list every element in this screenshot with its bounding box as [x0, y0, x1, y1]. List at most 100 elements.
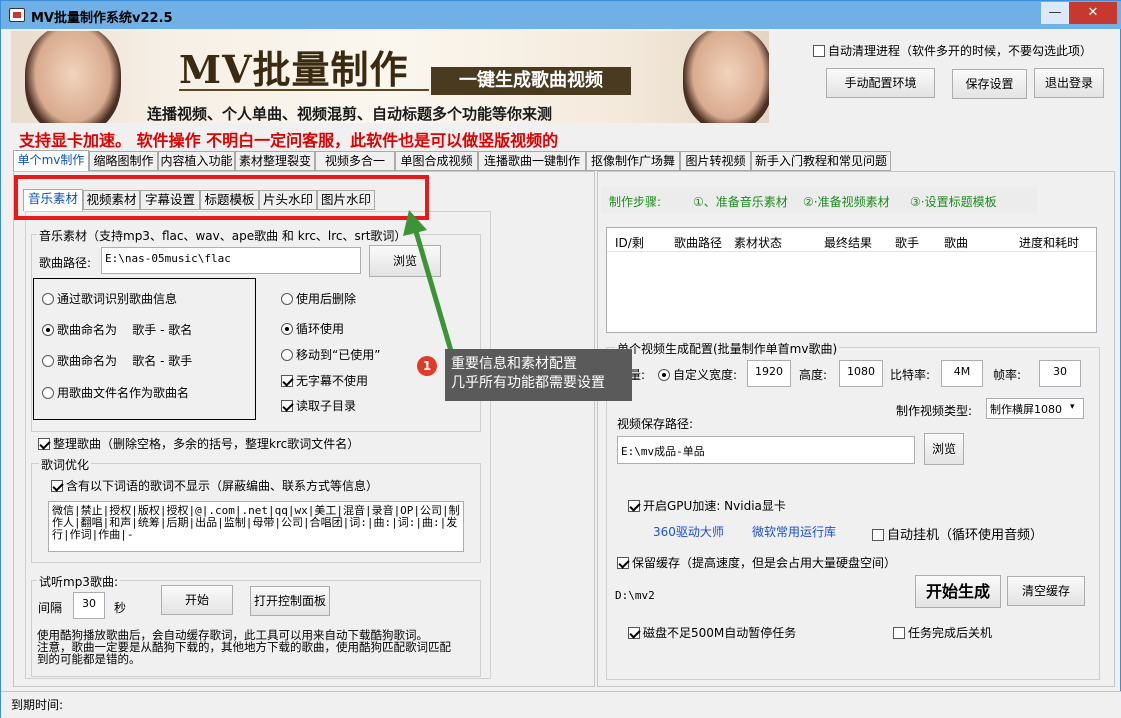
table-column-header[interactable]: 歌曲 — [944, 234, 968, 251]
table-column-header[interactable]: 进度和耗时 — [1019, 234, 1079, 251]
radio-icon[interactable] — [42, 324, 54, 336]
auto-clean-check-icon[interactable] — [813, 45, 825, 57]
close-button[interactable]: ✕ — [1069, 2, 1117, 24]
gpu-label: 开启GPU加速: Nvidia显卡 — [643, 499, 786, 513]
tidy-songs-checkbox[interactable]: 整理歌曲（删除空格，多余的括号，整理krc歌词文件名） — [38, 435, 359, 452]
music-option-4[interactable]: 无字幕不使用 — [281, 372, 368, 389]
width-input[interactable]: 1920 — [747, 360, 791, 387]
table-column-header[interactable]: 最终结果 — [824, 234, 872, 251]
annotation-line-2: 几乎所有功能都需要设置 — [451, 375, 605, 391]
main-tab-8[interactable]: 抠像制作广场舞 — [586, 151, 680, 171]
main-tab-9[interactable]: 图片转视频 — [680, 151, 751, 171]
custom-width-radio[interactable]: 自定义宽度: — [658, 366, 737, 383]
auto-clean-label: 自动清理进程（软件多开的时候，不要勾选此项） — [828, 44, 1093, 58]
app-icon — [9, 8, 25, 22]
table-column-header[interactable]: 素材状态 — [734, 234, 782, 251]
interval-input[interactable]: 30 — [73, 592, 105, 619]
main-tab-10[interactable]: 新手入门教程和常见问题 — [751, 151, 891, 171]
annotation-tooltip: 重要信息和素材配置 几乎所有功能都需要设置 — [445, 349, 632, 401]
gpu-checkbox[interactable]: 开启GPU加速: Nvidia显卡 — [628, 497, 786, 514]
step-2: ②·准备视频素材 — [803, 195, 890, 209]
naming-radio-label: 用歌曲文件名作为歌曲名 — [57, 386, 190, 400]
fps-label: 帧率: — [993, 368, 1022, 382]
hide-words-textarea[interactable]: 微信|禁止|授权|版权|授权|@|.com|.net|qq|wx|美工|混音|录… — [48, 501, 464, 552]
radio-icon[interactable] — [42, 293, 54, 305]
naming-radio-1[interactable]: 通过歌词识别歌曲信息 — [42, 290, 177, 307]
gpu-check-icon[interactable] — [628, 500, 640, 512]
generate-button[interactable]: 开始生成 — [915, 575, 1001, 608]
song-path-input[interactable]: E:\nas-05music\flac — [101, 247, 361, 274]
arrow-head — [403, 210, 427, 236]
main-tab-6[interactable]: 单图合成视频 — [395, 151, 478, 171]
radio-icon[interactable] — [281, 293, 293, 305]
driver-master-link[interactable]: 360驱动大师 — [653, 523, 724, 540]
interval-label: 间隔 — [38, 601, 63, 615]
music-option-3[interactable]: 移动到“已使用” — [281, 346, 380, 363]
table-header-divider — [607, 251, 1096, 252]
config-env-button[interactable]: 手动配置环境 — [826, 68, 935, 98]
shutdown-checkbox[interactable]: 任务完成后关机 — [893, 624, 992, 641]
music-option-2[interactable]: 循环使用 — [281, 320, 344, 337]
auto-hang-label: 自动挂机（循环使用音频） — [887, 528, 1044, 543]
chevron-down-icon[interactable]: ▾ — [1070, 402, 1075, 412]
auto-hang-check-icon[interactable] — [872, 529, 884, 541]
main-tab-2[interactable]: 缩略图制作 — [89, 151, 158, 171]
checkbox-icon[interactable] — [281, 400, 293, 412]
music-group-label: 音乐素材（支持mp3、flac、wav、ape歌曲 和 krc、lrc、srt歌… — [37, 227, 409, 244]
tidy-label: 整理歌曲（删除空格，多余的括号，整理krc歌词文件名） — [53, 437, 360, 451]
music-option-label: 使用后删除 — [296, 292, 357, 306]
hide-words-label: 含有以下词语的歌词不显示（屏蔽编曲、联系方式等信息） — [66, 479, 379, 493]
trial-start-button[interactable]: 开始 — [161, 585, 233, 615]
auto-clean-checkbox[interactable]: 自动清理进程（软件多开的时候，不要勾选此项） — [813, 42, 1092, 59]
radio-icon[interactable] — [281, 323, 293, 335]
keep-cache-checkbox[interactable]: 保留缓存（提高速度，但是会占用大量硬盘空间） — [617, 554, 896, 571]
main-tab-3[interactable]: 内容植入功能 — [158, 151, 235, 171]
save-path-browse-button[interactable]: 浏览 — [924, 433, 964, 465]
custom-width-label: 自定义宽度: — [673, 368, 738, 382]
open-control-panel-button[interactable]: 打开控制面板 — [250, 586, 330, 616]
radio-icon[interactable] — [281, 349, 293, 361]
main-tab-5[interactable]: 视频多合一 — [315, 151, 395, 171]
step-1: ①、准备音乐素材 — [693, 195, 788, 209]
save-config-button[interactable]: 保存设置 — [952, 69, 1027, 99]
music-option-1[interactable]: 使用后删除 — [281, 290, 356, 307]
radio-icon[interactable] — [42, 355, 54, 367]
music-option-5[interactable]: 读取子目录 — [281, 397, 356, 414]
hide-words-check-icon[interactable] — [51, 480, 63, 492]
minimize-button[interactable]: — — [1041, 2, 1069, 24]
title-bar[interactable]: MV批量制作系统v22.5 — ✕ — [1, 1, 1121, 29]
video-type-value: 制作横屏1080 — [990, 403, 1062, 416]
main-tab-1[interactable]: 单个mv制作 — [13, 150, 89, 172]
height-input[interactable]: 1080 — [839, 360, 883, 387]
shutdown-check-icon[interactable] — [893, 627, 905, 639]
runtime-library-link[interactable]: 微软常用运行库 — [752, 523, 836, 540]
naming-radio-4[interactable]: 用歌曲文件名作为歌曲名 — [42, 384, 189, 401]
logout-button[interactable]: 退出登录 — [1034, 68, 1104, 98]
disk-pause-check-icon[interactable] — [628, 627, 640, 639]
clear-cache-button[interactable]: 清空缓存 — [1007, 576, 1085, 606]
naming-radio-2[interactable]: 歌曲命名为 歌手 - 歌名 — [42, 321, 192, 338]
hide-words-checkbox[interactable]: 含有以下词语的歌词不显示（屏蔽编曲、联系方式等信息） — [51, 477, 378, 494]
radio-icon[interactable] — [42, 387, 54, 399]
checkbox-icon[interactable] — [281, 375, 293, 387]
table-column-header[interactable]: 歌手 — [895, 234, 919, 251]
annotation-badge: 1 — [417, 356, 437, 376]
notice-text: 支持显卡加速。 软件操作 不明白一定问客服，此软件也是可以做竖版视频的 — [19, 131, 559, 150]
custom-width-radio-icon[interactable] — [658, 369, 670, 381]
tidy-check-icon[interactable] — [38, 438, 50, 450]
save-path-input[interactable]: E:\mv成品-单品 — [617, 436, 915, 464]
naming-radio-3[interactable]: 歌曲命名为 歌名 - 歌手 — [42, 352, 192, 369]
window-title: MV批量制作系统v22.5 — [31, 11, 173, 26]
music-option-label: 无字幕不使用 — [296, 374, 369, 388]
banner-underline — [179, 89, 429, 91]
table-column-header[interactable]: ID/剩 — [615, 234, 644, 251]
disk-pause-checkbox[interactable]: 磁盘不足500M自动暂停任务 — [628, 624, 796, 641]
main-tab-7[interactable]: 连播歌曲一键制作 — [478, 151, 586, 171]
bitrate-input[interactable]: 4M — [941, 360, 983, 387]
keep-cache-check-icon[interactable] — [617, 557, 629, 569]
trial-group-label: 试听mp3歌曲: — [37, 573, 120, 590]
table-column-header[interactable]: 歌曲路径 — [674, 234, 722, 251]
fps-input[interactable]: 30 — [1039, 360, 1081, 387]
main-tab-4[interactable]: 素材整理裂变 — [235, 151, 315, 171]
auto-hang-checkbox[interactable]: 自动挂机（循环使用音频） — [872, 524, 1043, 543]
